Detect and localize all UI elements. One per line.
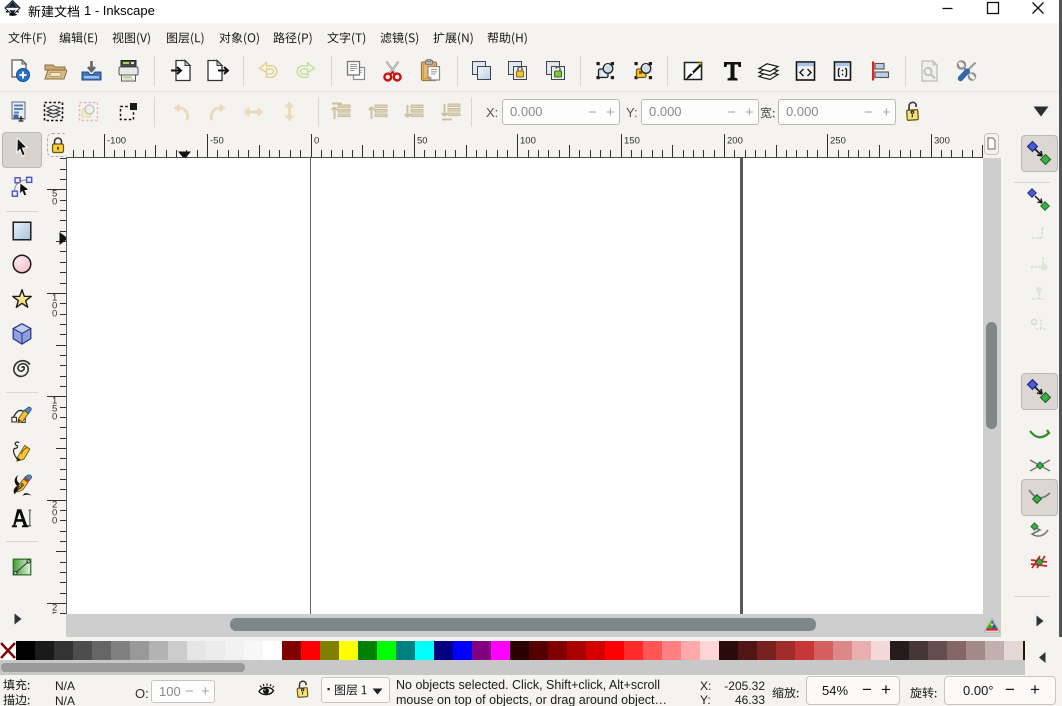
svg-text:50: 50 (417, 136, 428, 147)
svg-text:0: 0 (314, 136, 319, 147)
svg-text:-50: -50 (210, 136, 224, 147)
svg-text:300: 300 (934, 136, 950, 147)
svg-text:150: 150 (624, 136, 640, 147)
svg-text:200: 200 (727, 136, 743, 147)
svg-text:5: 5 (52, 611, 57, 615)
svg-text:0: 0 (52, 516, 57, 527)
svg-text:0: 0 (52, 197, 57, 208)
svg-text:0: 0 (52, 309, 57, 320)
svg-text:0: 0 (52, 412, 57, 423)
svg-text:100: 100 (520, 136, 536, 147)
svg-text:-100: -100 (107, 136, 126, 147)
svg-text:250: 250 (830, 136, 846, 147)
